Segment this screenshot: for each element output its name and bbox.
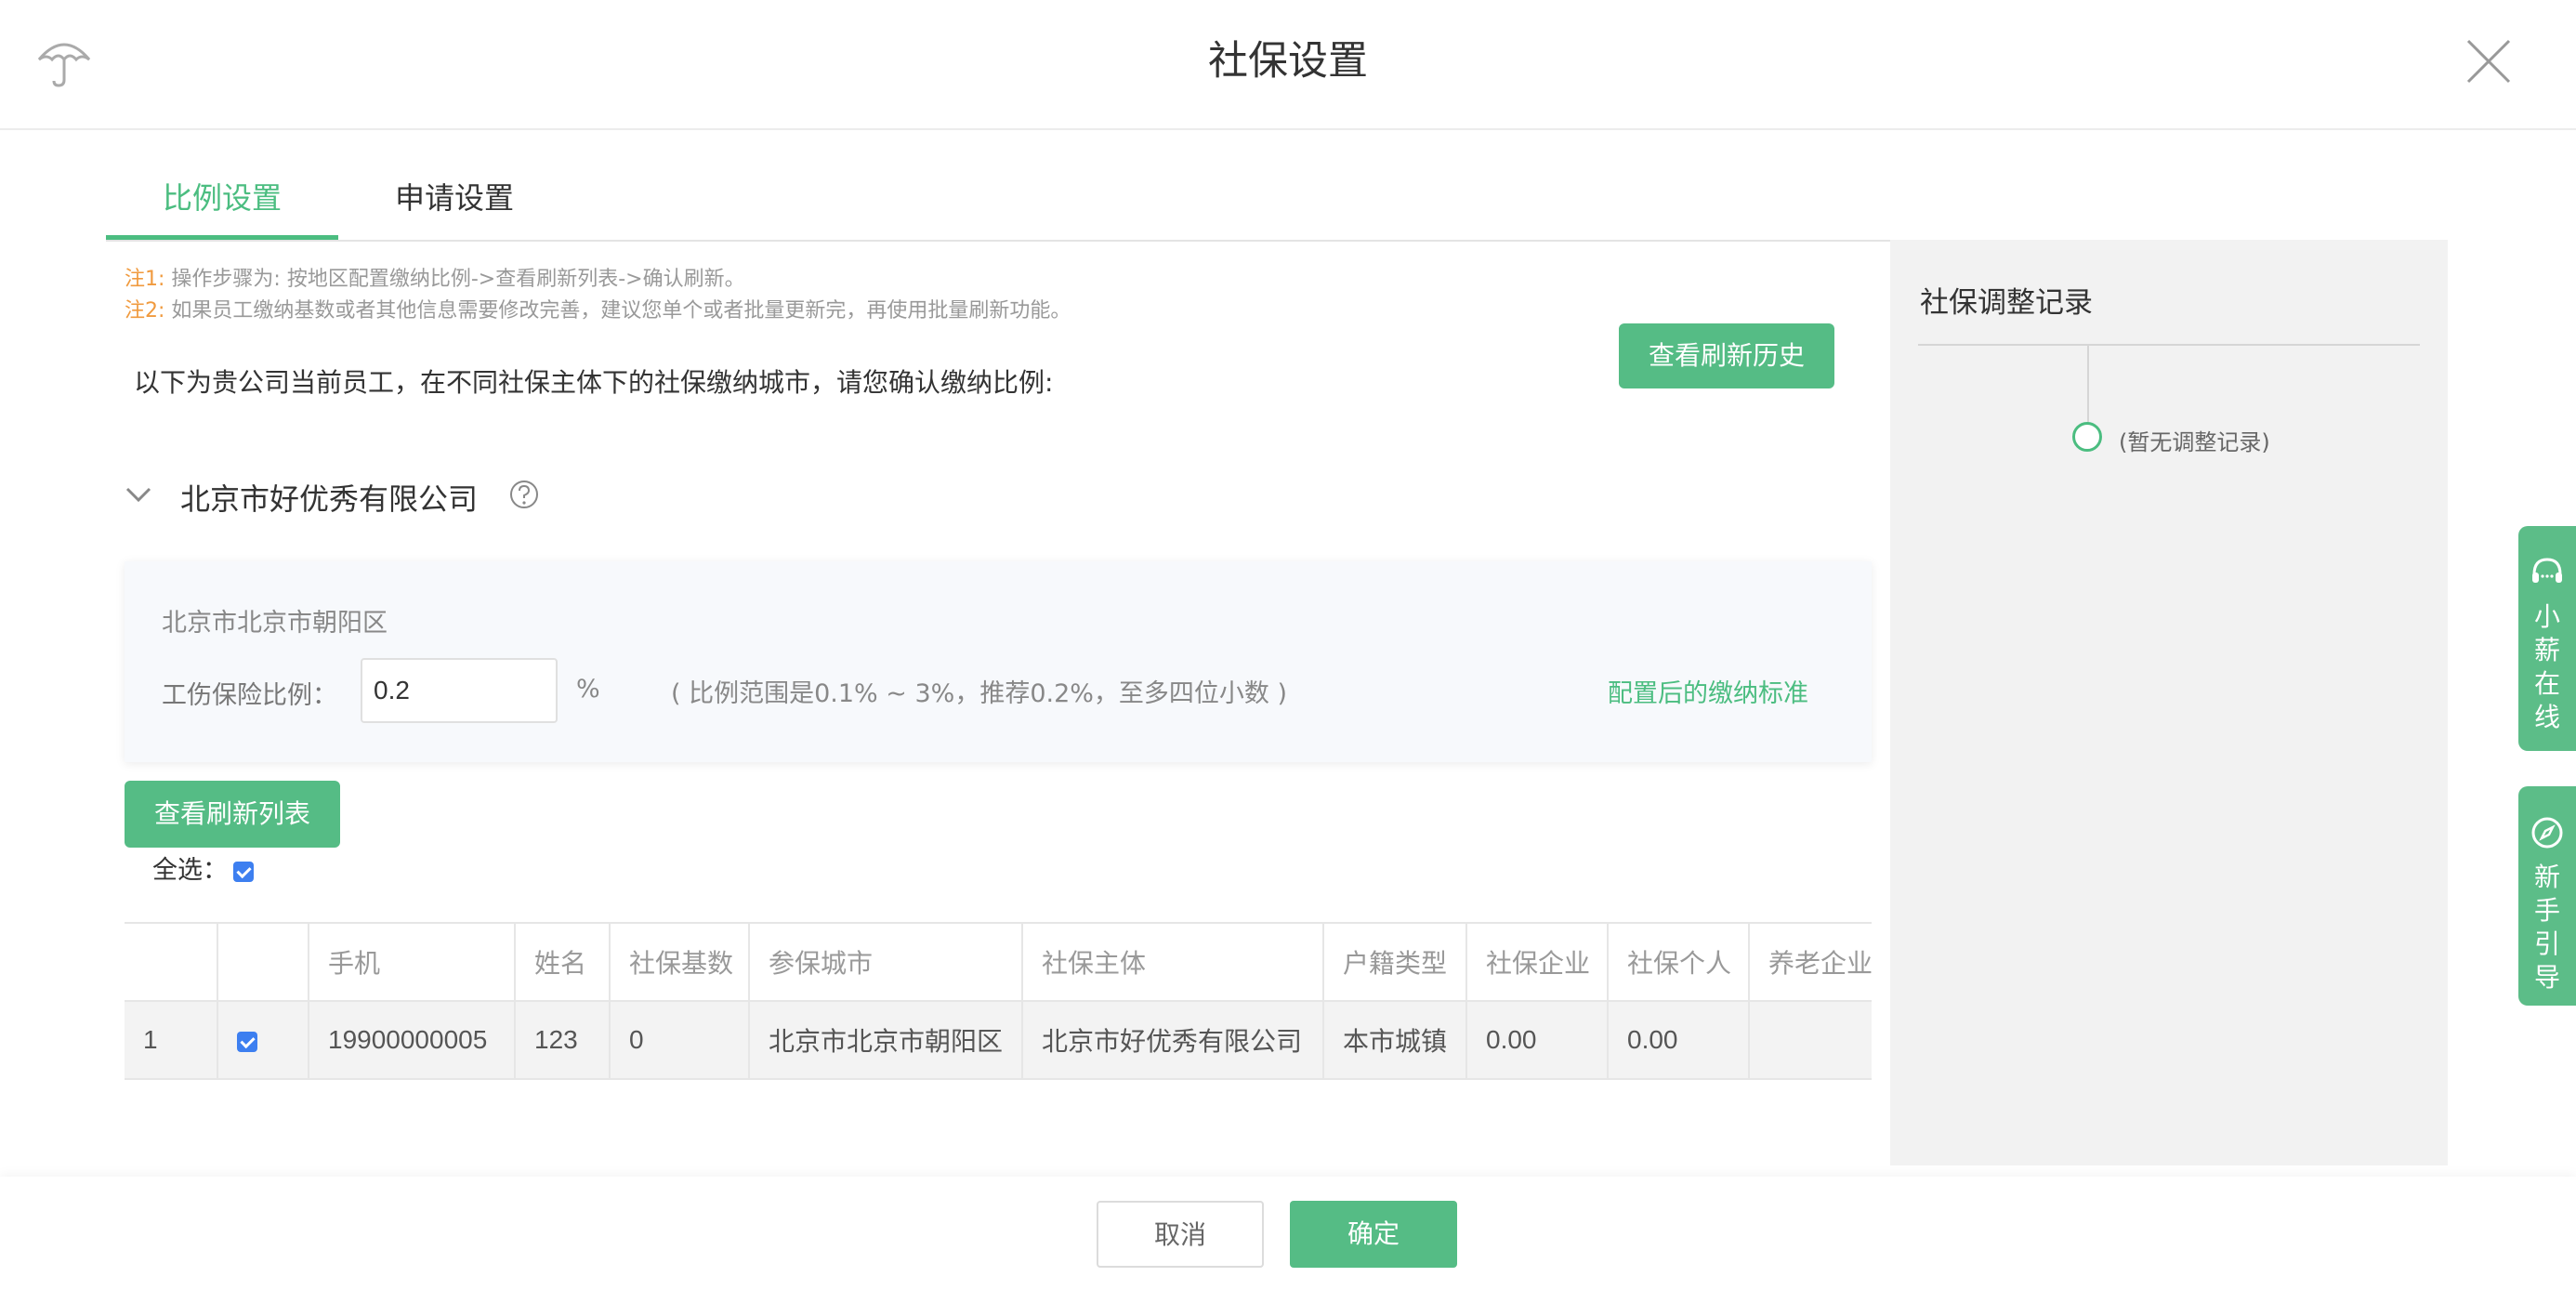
side-divider bbox=[1918, 344, 2420, 346]
empty-record-text: (暂无调整记录) bbox=[2119, 429, 2270, 455]
table-header: 社保主体 bbox=[1021, 922, 1324, 1002]
injury-rate-label: 工伤保险比例： bbox=[162, 681, 337, 710]
cell-entity: 北京市好优秀有限公司 bbox=[1021, 1000, 1324, 1080]
note-2: 注2: 如果员工缴纳基数或者其他信息需要修改完善，建议您单个或者批量更新完，再使… bbox=[125, 299, 1071, 322]
view-refresh-history-button[interactable]: 查看刷新历史 bbox=[1619, 323, 1834, 388]
cell-city: 北京市北京市朝阳区 bbox=[748, 1000, 1023, 1080]
cell-company-amount: 0.00 bbox=[1465, 1000, 1609, 1080]
row-checkbox-cell[interactable] bbox=[217, 1000, 309, 1080]
beginner-guide-button[interactable]: 新手引导 bbox=[2518, 786, 2576, 1006]
city-rate-box: 北京市北京市朝阳区 工伤保险比例： % ( 比例范围是0.1% ~ 3%，推荐0… bbox=[125, 561, 1872, 762]
cell-phone: 19900000005 bbox=[308, 1000, 516, 1080]
city-name: 北京市北京市朝阳区 bbox=[162, 609, 388, 638]
select-all-checkbox[interactable] bbox=[233, 861, 254, 882]
chevron-down-icon[interactable] bbox=[125, 483, 152, 506]
online-support-button[interactable]: 小薪在线 bbox=[2518, 526, 2576, 751]
beginner-guide-label: 新手引导 bbox=[2533, 862, 2560, 993]
table-header bbox=[125, 922, 218, 1002]
compass-icon bbox=[2531, 817, 2563, 849]
employee-table: 手机 姓名 社保基数 参保城市 社保主体 户籍类型 社保企业 社保个人 养老企业… bbox=[125, 922, 1872, 1080]
rate-range-hint: ( 比例范围是0.1% ~ 3%，推荐0.2%，至多四位小数 ) bbox=[671, 679, 1288, 708]
percent-unit: % bbox=[576, 675, 600, 704]
injury-rate-input[interactable] bbox=[361, 658, 558, 723]
cell-hukou: 本市城镇 bbox=[1322, 1000, 1467, 1080]
tab-ratio-settings[interactable]: 比例设置 bbox=[106, 158, 338, 240]
table-header: 参保城市 bbox=[748, 922, 1023, 1002]
timeline-dot bbox=[2072, 422, 2102, 452]
table-header: 社保基数 bbox=[609, 922, 750, 1002]
tab-bar: 比例设置 申请设置 bbox=[106, 158, 2448, 242]
table-header: 养老企业 bbox=[1748, 922, 1872, 1002]
cell-pension-company bbox=[1748, 1000, 1872, 1080]
cell-personal-amount: 0.00 bbox=[1607, 1000, 1750, 1080]
select-all[interactable]: 全选： bbox=[152, 849, 254, 886]
dialog-title: 社保设置 bbox=[1208, 38, 1368, 85]
view-refresh-list-button[interactable]: 查看刷新列表 bbox=[125, 781, 340, 848]
help-icon[interactable] bbox=[509, 480, 539, 509]
table-header: 社保个人 bbox=[1607, 922, 1750, 1002]
cell-base: 0 bbox=[609, 1000, 750, 1080]
tab-application-settings[interactable]: 申请设置 bbox=[338, 158, 571, 240]
dialog-footer: 取消 确定 bbox=[0, 1177, 2576, 1290]
close-icon[interactable] bbox=[2464, 37, 2513, 86]
table-header: 户籍类型 bbox=[1322, 922, 1467, 1002]
row-index: 1 bbox=[125, 1000, 218, 1080]
cell-name: 123 bbox=[514, 1000, 611, 1080]
configured-standard-link[interactable]: 配置后的缴纳标准 bbox=[1608, 673, 1808, 709]
ratio-settings-panel: 注1: 操作步骤为: 按地区配置缴纳比例->查看刷新列表->确认刷新。 注2: … bbox=[106, 244, 1872, 1164]
online-support-label: 小薪在线 bbox=[2533, 601, 2560, 732]
row-checkbox[interactable] bbox=[237, 1031, 257, 1052]
table-row[interactable]: 1 19900000005 123 0 北京市北京市朝阳区 北京市好优秀有限公司… bbox=[125, 1000, 1872, 1080]
table-header: 社保企业 bbox=[1465, 922, 1609, 1002]
dialog-header: 社保设置 bbox=[0, 0, 2576, 130]
side-title: 社保调整记录 bbox=[1920, 286, 2093, 320]
adjustment-record-panel: 社保调整记录 (暂无调整记录) bbox=[1890, 240, 2448, 1165]
confirm-button[interactable]: 确定 bbox=[1290, 1201, 1457, 1268]
company-name: 北京市好优秀有限公司 bbox=[180, 481, 479, 517]
intro-text: 以下为贵公司当前员工，在不同社保主体下的社保缴纳城市，请您确认缴纳比例: bbox=[134, 367, 1054, 398]
headset-icon bbox=[2532, 558, 2562, 583]
select-all-label: 全选： bbox=[152, 856, 228, 885]
table-header: 姓名 bbox=[514, 922, 611, 1002]
timeline-line bbox=[2087, 346, 2089, 431]
table-header: 手机 bbox=[308, 922, 516, 1002]
cancel-button[interactable]: 取消 bbox=[1097, 1201, 1264, 1268]
note-1: 注1: 操作步骤为: 按地区配置缴纳比例->查看刷新列表->确认刷新。 bbox=[125, 268, 745, 291]
table-header-row: 手机 姓名 社保基数 参保城市 社保主体 户籍类型 社保企业 社保个人 养老企业 bbox=[125, 922, 1872, 1002]
table-header bbox=[217, 922, 309, 1002]
